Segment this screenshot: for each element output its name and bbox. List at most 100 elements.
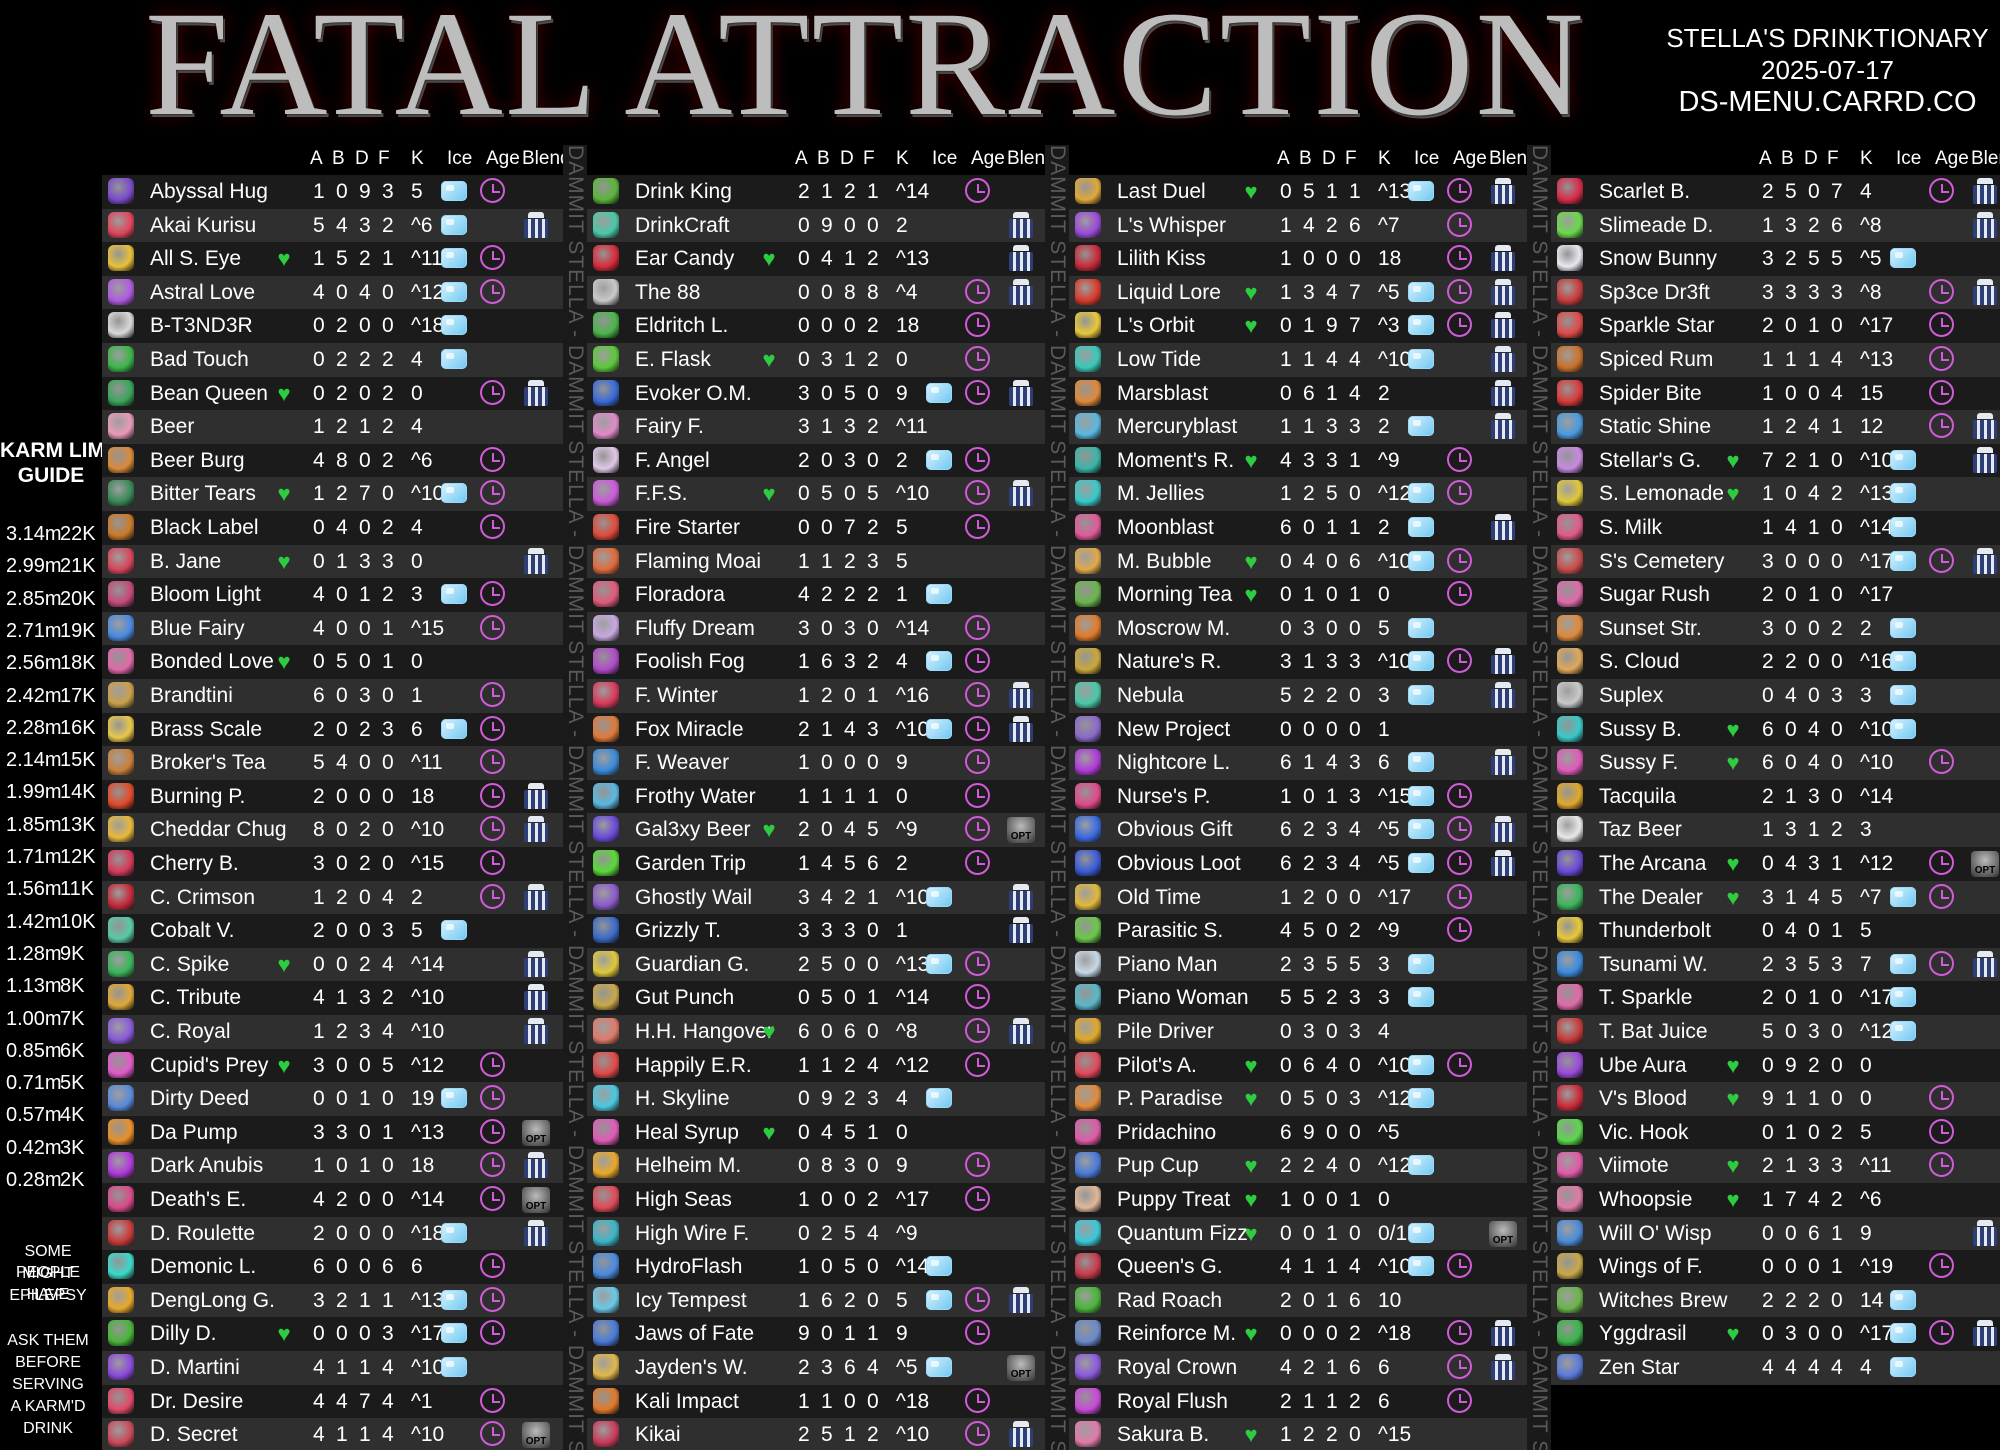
drink-row[interactable]: Pilot's A. ♥ 0 6 4 0 ^10	[1069, 1048, 1527, 1083]
drink-row[interactable]: New Project 0 0 0 0 1	[1069, 712, 1527, 747]
drink-row[interactable]: Demonic L. 6 0 0 6 6	[102, 1250, 563, 1284]
drink-row[interactable]: S. Milk 1 4 1 0 ^14	[1551, 511, 2000, 545]
drink-row[interactable]: Beer 1 2 1 2 4	[102, 410, 563, 444]
drink-row[interactable]: Tsunami W. 2 3 5 3 7	[1551, 947, 2000, 982]
drink-row[interactable]: Kali Impact 1 1 0 0 ^18	[587, 1384, 1045, 1419]
drink-row[interactable]: Guardian G. 2 5 0 0 ^13	[587, 947, 1045, 982]
drink-row[interactable]: M. Jellies 1 2 5 0 ^12	[1069, 477, 1527, 511]
drink-row[interactable]: Ghostly Wail 3 4 2 1 ^10	[587, 880, 1045, 915]
drink-row[interactable]: Puppy Treat ♥ 1 0 0 1 0	[1069, 1183, 1527, 1217]
drink-row[interactable]: Nature's R. 3 1 3 3 ^10	[1069, 645, 1527, 679]
drink-row[interactable]: Happily E.R. 1 1 2 4 ^12	[587, 1048, 1045, 1083]
drink-row[interactable]: Suplex 0 4 0 3 3	[1551, 679, 2000, 713]
drink-row[interactable]: Rad Roach 2 0 1 6 10	[1069, 1283, 1527, 1318]
drink-row[interactable]: M. Bubble ♥ 0 4 0 6 ^10	[1069, 544, 1527, 579]
drink-row[interactable]: Da Pump 3 3 0 1 ^13 OPT	[102, 1115, 563, 1150]
drink-row[interactable]: Pile Driver 0 3 0 3 4	[1069, 1015, 1527, 1049]
drink-row[interactable]: Quantum Fizz ♥ 0 0 1 0 0/19 OPT	[1069, 1216, 1527, 1251]
drink-row[interactable]: Thunderbolt 0 4 0 1 5	[1551, 914, 2000, 948]
drink-row[interactable]: Queen's G. 4 1 1 4 ^10	[1069, 1250, 1527, 1284]
drink-row[interactable]: Foolish Fog 1 6 3 2 4	[587, 645, 1045, 679]
drink-row[interactable]: The Arcana ♥ 0 4 3 1 ^12 OPT	[1551, 847, 2000, 881]
drink-row[interactable]: Sussy B. ♥ 6 0 4 0 ^10	[1551, 712, 2000, 747]
drink-row[interactable]: Royal Flush 2 1 1 2 6	[1069, 1384, 1527, 1419]
drink-row[interactable]: Brass Scale 2 0 2 3 6	[102, 712, 563, 747]
drink-row[interactable]: E. Flask ♥ 0 3 1 2 0	[587, 343, 1045, 377]
drink-row[interactable]: Spider Bite 1 0 0 4 15	[1551, 376, 2000, 411]
drink-row[interactable]: Bitter Tears ♥ 1 2 7 0 ^10	[102, 477, 563, 511]
drink-row[interactable]: Fire Starter 0 0 7 2 5	[587, 511, 1045, 545]
drink-row[interactable]: Fluffy Dream 3 0 3 0 ^14	[587, 611, 1045, 646]
drink-row[interactable]: L's Orbit ♥ 0 1 9 7 ^3	[1069, 309, 1527, 343]
drink-row[interactable]: Witches Brew 2 2 2 0 14	[1551, 1283, 2000, 1318]
drink-row[interactable]: DengLong G. 3 2 1 1 ^13	[102, 1283, 563, 1318]
drink-row[interactable]: Brandtini 6 0 3 0 1	[102, 679, 563, 713]
drink-row[interactable]: High Wire F. 0 2 5 4 ^9	[587, 1216, 1045, 1251]
drink-row[interactable]: Grizzly T. 3 3 3 0 1	[587, 914, 1045, 948]
drink-row[interactable]: Wings of F. 0 0 0 1 ^19	[1551, 1250, 2000, 1284]
drink-row[interactable]: Whoopsie ♥ 1 7 4 2 ^6	[1551, 1183, 2000, 1217]
drink-row[interactable]: Fairy F. 3 1 3 2 ^11	[587, 410, 1045, 444]
drink-row[interactable]: The Dealer ♥ 3 1 4 5 ^7	[1551, 880, 2000, 915]
drink-row[interactable]: Cherry B. 3 0 2 0 ^15	[102, 847, 563, 881]
drink-row[interactable]: Will O' Wisp 0 0 6 1 9	[1551, 1216, 2000, 1251]
drink-row[interactable]: D. Secret 4 1 1 4 ^10 OPT	[102, 1418, 563, 1450]
drink-row[interactable]: T. Bat Juice 5 0 3 0 ^12	[1551, 1015, 2000, 1049]
drink-row[interactable]: Old Time 1 2 0 0 ^17	[1069, 880, 1527, 915]
drink-row[interactable]: Marsblast 0 6 1 4 2	[1069, 376, 1527, 411]
drink-row[interactable]: Drink King 2 1 2 1 ^14	[587, 175, 1045, 209]
drink-row[interactable]: Cupid's Prey ♥ 3 0 0 5 ^12	[102, 1048, 563, 1083]
drink-row[interactable]: Taz Beer 1 3 1 2 3	[1551, 813, 2000, 847]
drink-row[interactable]: Yggdrasil ♥ 0 3 0 0 ^17	[1551, 1317, 2000, 1351]
drink-row[interactable]: Moment's R. ♥ 4 3 3 1 ^9	[1069, 443, 1527, 478]
drink-row[interactable]: Stellar's G. ♥ 7 2 1 0 ^10	[1551, 443, 2000, 478]
drink-row[interactable]: Blue Fairy 4 0 0 1 ^15	[102, 611, 563, 646]
drink-row[interactable]: Viimote ♥ 2 1 3 3 ^11	[1551, 1149, 2000, 1183]
drink-row[interactable]: P. Paradise ♥ 0 5 0 3 ^12	[1069, 1082, 1527, 1116]
drink-row[interactable]: Bloom Light 4 0 1 2 3	[102, 578, 563, 612]
drink-row[interactable]: Obvious Gift 6 2 3 4 ^5	[1069, 813, 1527, 847]
drink-row[interactable]: Pridachino 6 9 0 0 ^5	[1069, 1115, 1527, 1150]
drink-row[interactable]: Obvious Loot 6 2 3 4 ^5	[1069, 847, 1527, 881]
drink-row[interactable]: Lilith Kiss 1 0 0 0 18	[1069, 242, 1527, 276]
drink-row[interactable]: V's Blood ♥ 9 1 1 0 0	[1551, 1082, 2000, 1116]
drink-row[interactable]: Frothy Water 1 1 1 1 0	[587, 779, 1045, 814]
drink-row[interactable]: Vic. Hook 0 1 0 2 5	[1551, 1115, 2000, 1150]
drink-row[interactable]: Black Label 0 4 0 2 4	[102, 511, 563, 545]
drink-row[interactable]: Sussy F. ♥ 6 0 4 0 ^10	[1551, 746, 2000, 780]
drink-row[interactable]: Nebula 5 2 2 0 3	[1069, 679, 1527, 713]
drink-row[interactable]: Dr. Desire 4 4 7 4 ^1	[102, 1384, 563, 1419]
drink-row[interactable]: Helheim M. 0 8 3 0 9	[587, 1149, 1045, 1183]
drink-row[interactable]: HydroFlash 1 0 5 0 ^14	[587, 1250, 1045, 1284]
drink-row[interactable]: Bean Queen ♥ 0 2 0 2 0	[102, 376, 563, 411]
drink-row[interactable]: Akai Kurisu 5 4 3 2 ^6	[102, 208, 563, 243]
drink-row[interactable]: High Seas 1 0 0 2 ^17	[587, 1183, 1045, 1217]
drink-row[interactable]: S. Cloud 2 2 0 0 ^16	[1551, 645, 2000, 679]
drink-row[interactable]: B-T3ND3R 0 2 0 0 ^18	[102, 309, 563, 343]
drink-row[interactable]: T. Sparkle 2 0 1 0 ^17	[1551, 981, 2000, 1015]
drink-row[interactable]: Flaming Moai 1 1 2 3 5	[587, 544, 1045, 579]
drink-row[interactable]: C. Spike ♥ 0 0 2 4 ^14	[102, 947, 563, 982]
drink-row[interactable]: Snow Bunny 3 2 5 5 ^5	[1551, 242, 2000, 276]
drink-row[interactable]: Piano Woman 5 5 2 3 3	[1069, 981, 1527, 1015]
drink-row[interactable]: Liquid Lore ♥ 1 3 4 7 ^5	[1069, 275, 1527, 310]
drink-row[interactable]: Bad Touch 0 2 2 2 4	[102, 343, 563, 377]
drink-row[interactable]: Dark Anubis 1 0 1 0 18	[102, 1149, 563, 1183]
drink-row[interactable]: Bonded Love ♥ 0 5 0 1 0	[102, 645, 563, 679]
drink-row[interactable]: Cheddar Chug 8 0 2 0 ^10	[102, 813, 563, 847]
drink-row[interactable]: Floradora 4 2 2 2 1	[587, 578, 1045, 612]
drink-row[interactable]: Mercuryblast 1 1 3 3 2	[1069, 410, 1527, 444]
drink-row[interactable]: D. Martini 4 1 1 4 ^10	[102, 1351, 563, 1385]
drink-row[interactable]: Moonblast 6 0 1 1 2	[1069, 511, 1527, 545]
drink-row[interactable]: L's Whisper 1 4 2 6 ^7	[1069, 208, 1527, 243]
drink-row[interactable]: Morning Tea ♥ 0 1 0 1 0	[1069, 578, 1527, 612]
drink-row[interactable]: F. Weaver 1 0 0 0 9	[587, 746, 1045, 780]
drink-row[interactable]: DrinkCraft 0 9 0 0 2	[587, 208, 1045, 243]
drink-row[interactable]: Static Shine 1 2 4 1 12	[1551, 410, 2000, 444]
drink-row[interactable]: Dirty Deed 0 0 1 0 19	[102, 1082, 563, 1116]
drink-row[interactable]: Low Tide 1 1 4 4 ^10	[1069, 343, 1527, 377]
drink-row[interactable]: Ube Aura ♥ 0 9 2 0 0	[1551, 1048, 2000, 1083]
drink-row[interactable]: Ear Candy ♥ 0 4 1 2 ^13	[587, 242, 1045, 276]
menu-url[interactable]: DS-MENU.CARRD.CO	[1655, 86, 2000, 118]
drink-row[interactable]: Spiced Rum 1 1 1 4 ^13	[1551, 343, 2000, 377]
